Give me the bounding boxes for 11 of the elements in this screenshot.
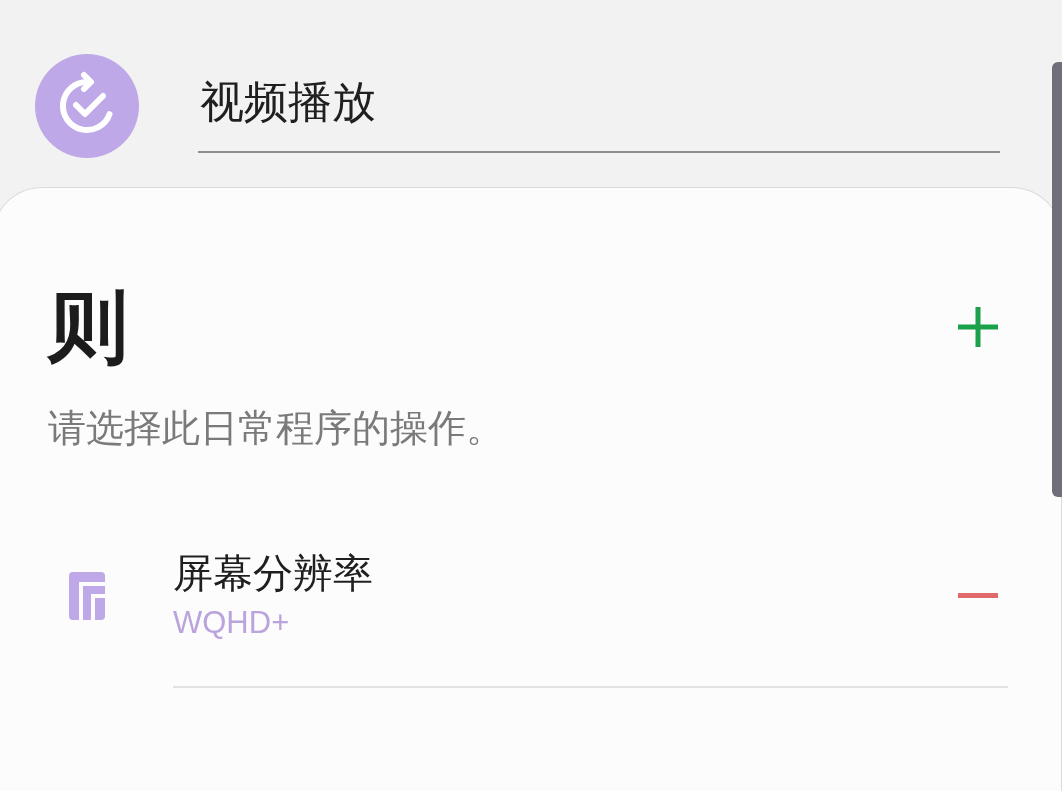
add-button[interactable] xyxy=(958,307,998,347)
plus-icon xyxy=(958,307,998,347)
nested-frames-icon xyxy=(69,572,105,620)
section-description: 请选择此日常程序的操作。 xyxy=(48,405,504,451)
routine-name-field[interactable]: 视频播放 xyxy=(198,76,1000,153)
section-heading: 则 xyxy=(48,285,128,369)
minus-icon xyxy=(958,592,998,598)
refresh-check-icon[interactable] xyxy=(35,54,139,158)
action-title: 屏幕分辨率 xyxy=(173,549,373,598)
scrollbar-thumb[interactable] xyxy=(1052,62,1062,497)
action-value: WQHD+ xyxy=(173,605,290,641)
